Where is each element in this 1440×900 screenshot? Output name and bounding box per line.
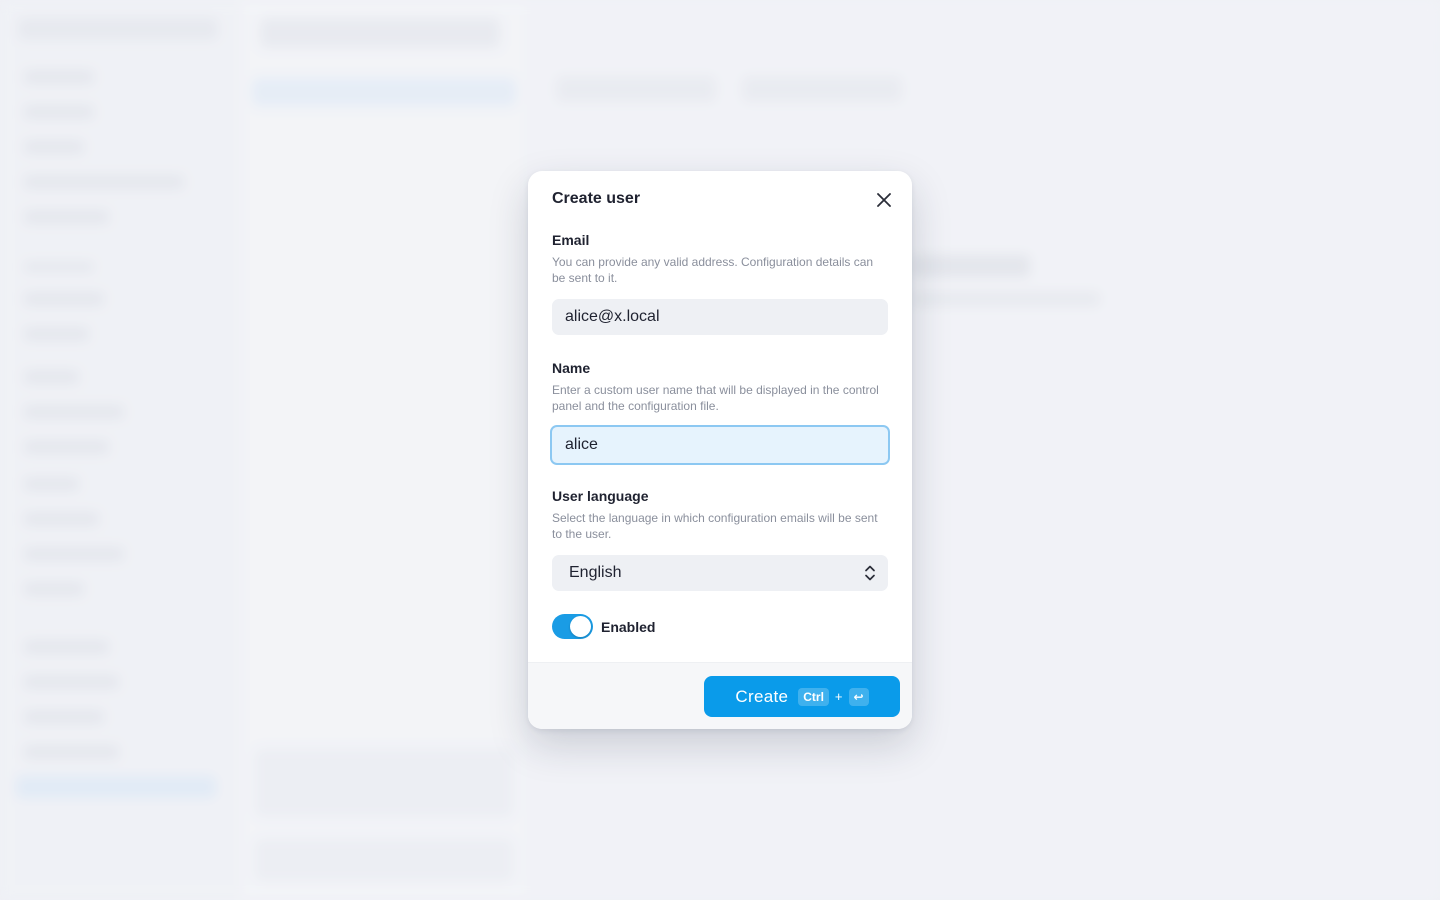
name-input[interactable]: [550, 425, 890, 465]
dialog-title: Create user: [552, 190, 641, 207]
ctrl-key-hint: Ctrl: [798, 687, 829, 706]
dialog-footer: Create Ctrl + ↩: [528, 662, 912, 729]
enter-icon: ↩: [848, 687, 869, 706]
language-label: User language: [552, 488, 649, 504]
email-label: Email: [552, 232, 590, 248]
create-user-dialog: Create user Email You can provide any va…: [528, 171, 912, 729]
language-help-text: Select the language in which configurati…: [552, 511, 878, 541]
enabled-toggle[interactable]: [552, 614, 593, 639]
name-label: Name: [552, 360, 591, 376]
close-button[interactable]: [871, 187, 897, 213]
enabled-toggle-row: Enabled: [552, 614, 655, 639]
name-help-text: Enter a custom user name that will be di…: [552, 383, 879, 413]
language-select[interactable]: English: [552, 555, 888, 591]
close-icon: [877, 193, 891, 207]
create-button[interactable]: Create Ctrl + ↩: [704, 676, 900, 717]
language-selected-value: English: [569, 564, 622, 581]
toggle-knob: [570, 616, 591, 637]
email-input[interactable]: [552, 299, 888, 335]
enabled-label: Enabled: [601, 618, 656, 635]
shortcut-plus: +: [834, 689, 843, 704]
email-help-text: You can provide any valid address. Confi…: [552, 255, 874, 285]
create-button-label: Create: [735, 686, 789, 706]
chevron-up-down-icon: [865, 565, 875, 581]
